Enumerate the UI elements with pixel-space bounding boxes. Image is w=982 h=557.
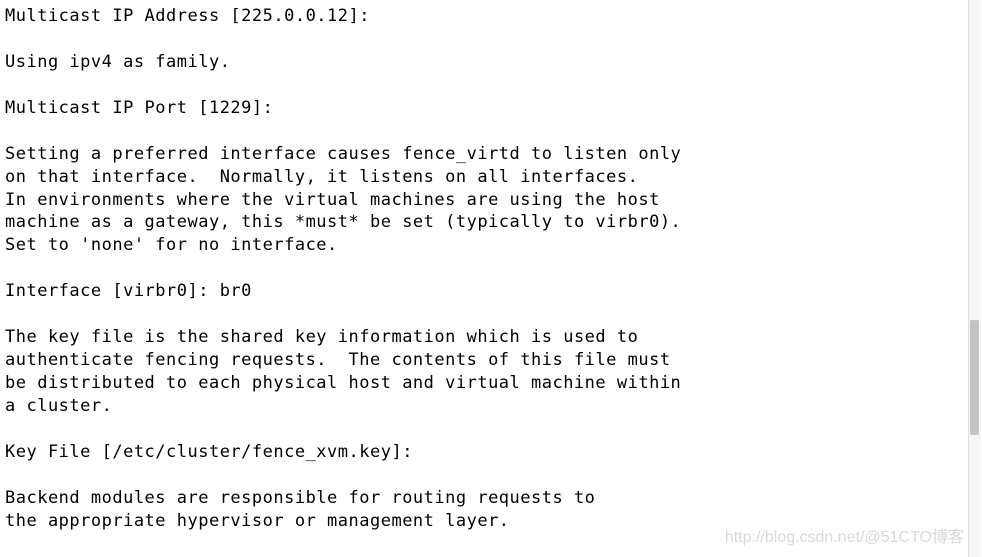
scrollbar-track[interactable] [968,0,981,557]
terminal-output[interactable]: Multicast IP Address [225.0.0.12]: Using… [5,5,977,533]
scrollbar-thumb[interactable] [970,320,979,435]
